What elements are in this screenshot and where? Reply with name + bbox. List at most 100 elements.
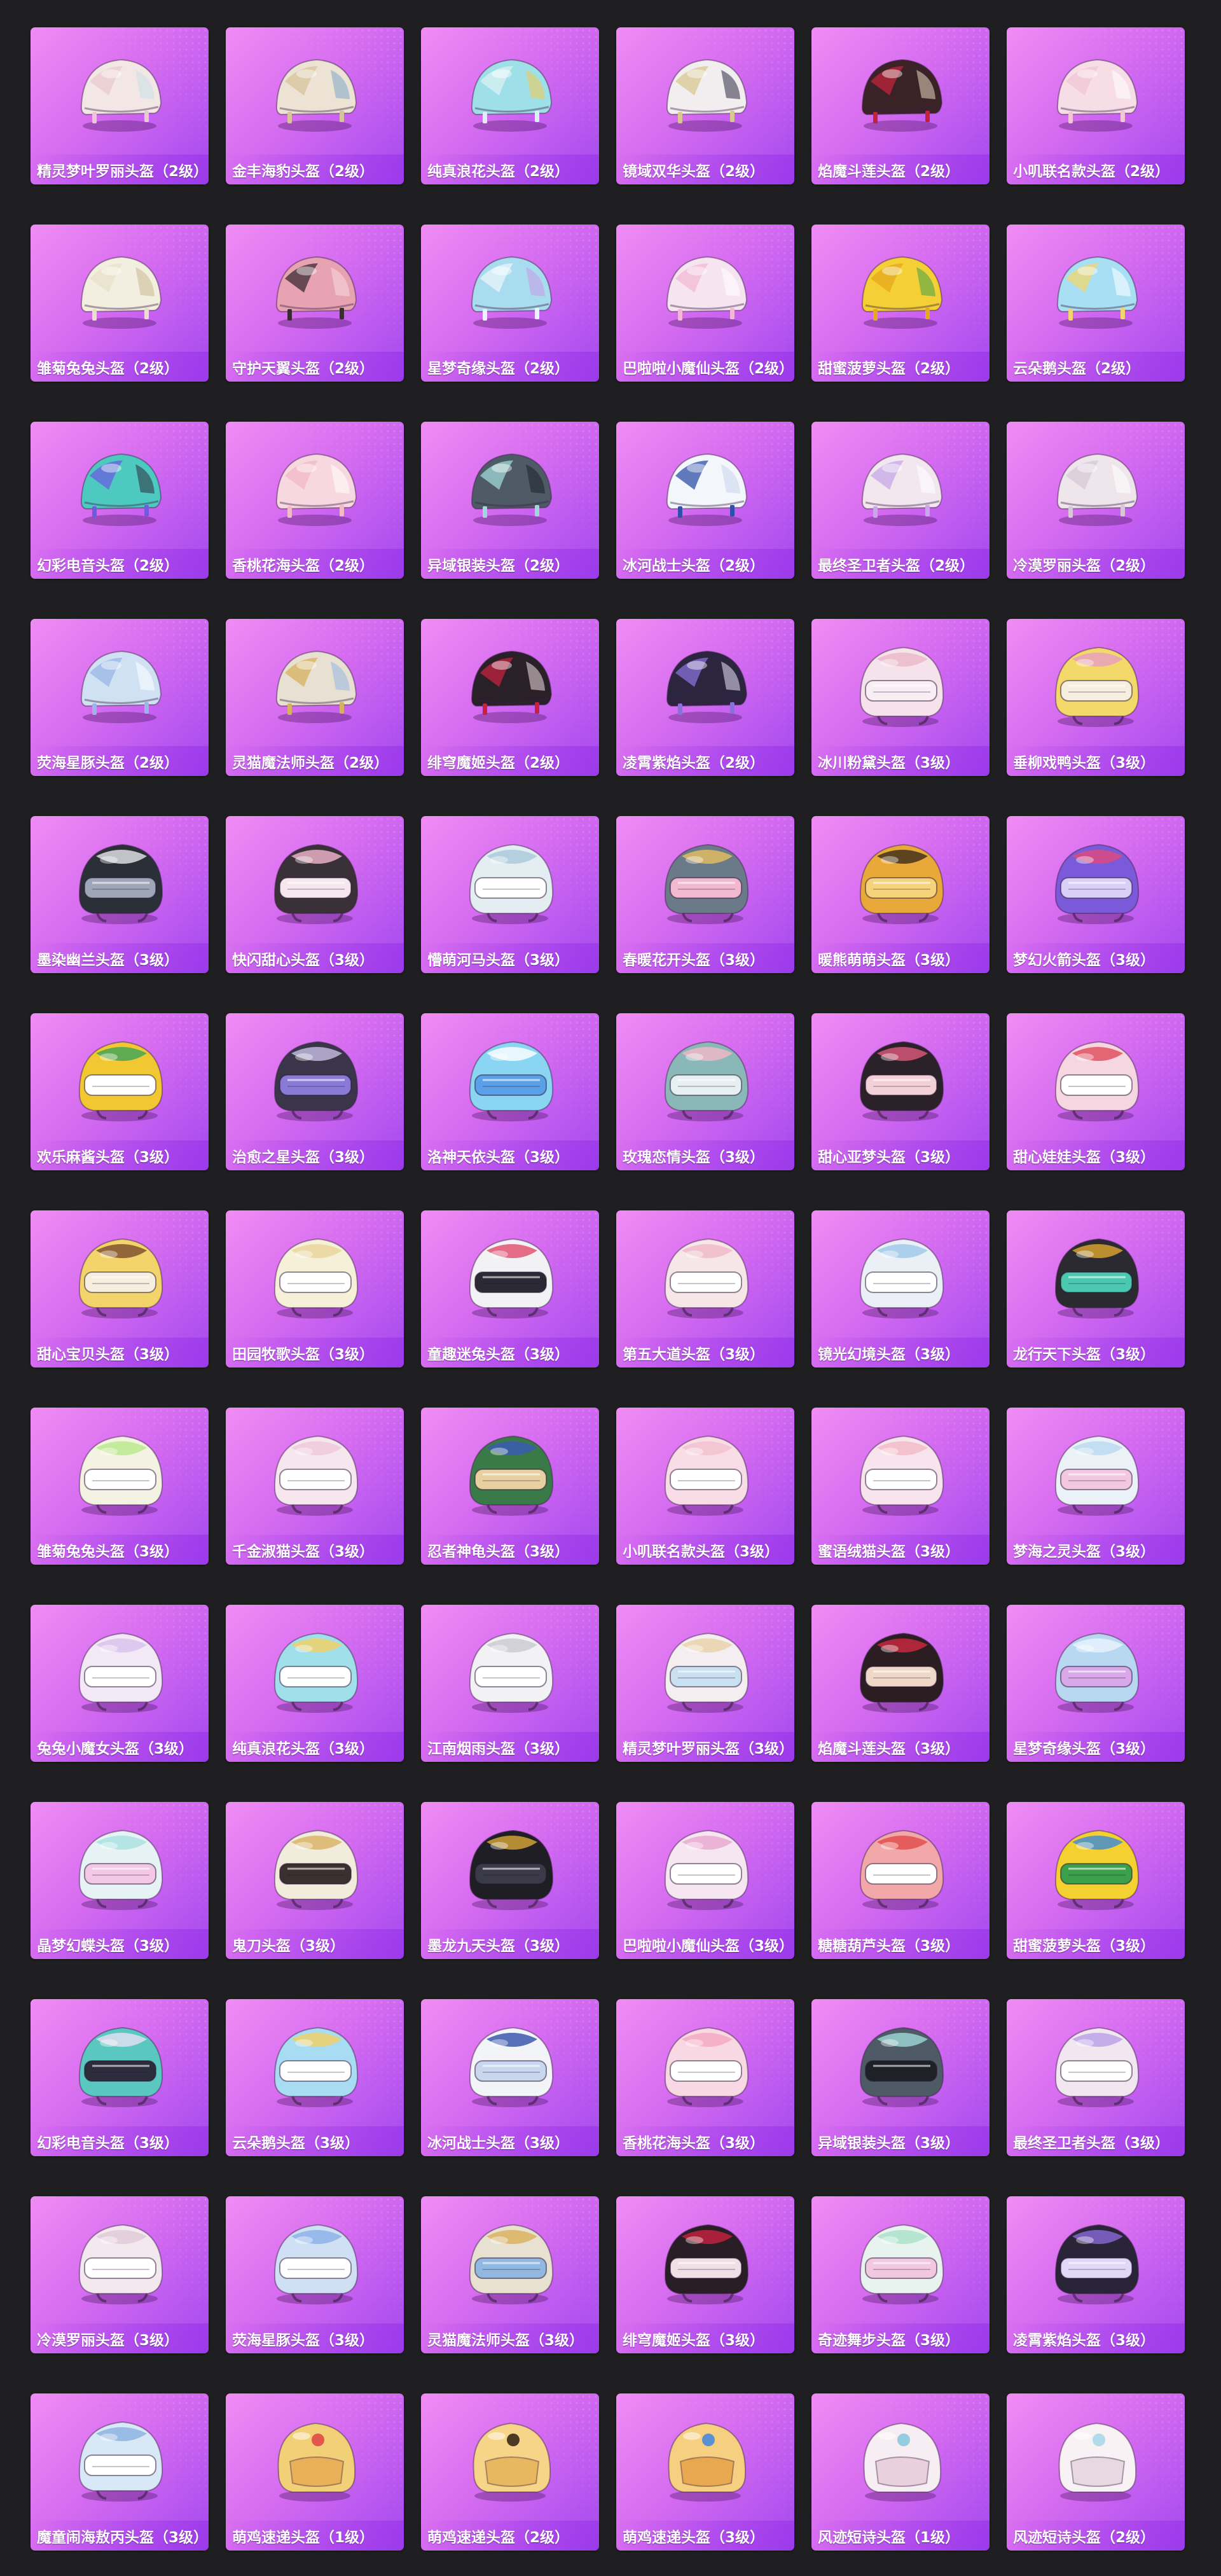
helmet-card[interactable]: 冷漠罗丽头盔（2级） bbox=[1007, 422, 1185, 579]
helmet-card[interactable]: 最终圣卫者头盔（3级） bbox=[1007, 1999, 1185, 2156]
helmet-card[interactable]: 玫瑰恋情头盔（3级） bbox=[616, 1013, 794, 1170]
helmet-card[interactable]: 镜域双华头盔（2级） bbox=[616, 27, 794, 184]
helmet-card[interactable]: 雏菊兔兔头盔（3级） bbox=[31, 1408, 209, 1565]
helmet-name: 绯穹魔姬头盔（2级） bbox=[427, 754, 570, 772]
helmet-card[interactable]: 萌鸡速递头盔（1级） bbox=[226, 2393, 404, 2551]
helmet-card[interactable]: 星梦奇缘头盔（3级） bbox=[1007, 1605, 1185, 1762]
helmet-card[interactable]: 异域银装头盔（2级） bbox=[421, 422, 599, 579]
helmet-card[interactable]: 魔童闹海敖丙头盔（3级） bbox=[31, 2393, 209, 2551]
helmet-card[interactable]: 甜心娃娃头盔（3级） bbox=[1007, 1013, 1185, 1170]
helmet-card[interactable]: 第五大道头盔（3级） bbox=[616, 1210, 794, 1368]
helmet-card[interactable]: 田园牧歌头盔（3级） bbox=[226, 1210, 404, 1368]
helmet-card[interactable]: 绯穹魔姬头盔（3级） bbox=[616, 2196, 794, 2353]
helmet-card[interactable]: 香桃花海头盔（3级） bbox=[616, 1999, 794, 2156]
helmet-card[interactable]: 凌霄紫焰头盔（2级） bbox=[616, 619, 794, 776]
helmet-card[interactable]: 守护天翼头盔（2级） bbox=[226, 225, 404, 382]
helmet-card[interactable]: 灵猫魔法师头盔（2级） bbox=[226, 619, 404, 776]
helmet-card[interactable]: 梦海之灵头盔（3级） bbox=[1007, 1408, 1185, 1565]
helmet-card[interactable]: 鬼刀头盔（3级） bbox=[226, 1802, 404, 1959]
helmet-card[interactable]: 甜心宝贝头盔（3级） bbox=[31, 1210, 209, 1368]
helmet-card[interactable]: 冰河战士头盔（3级） bbox=[421, 1999, 599, 2156]
helmet-card[interactable]: 春暖花开头盔（3级） bbox=[616, 816, 794, 973]
helmet-card[interactable]: 冷漠罗丽头盔（3级） bbox=[31, 2196, 209, 2353]
helmet-card[interactable]: 甜蜜菠萝头盔（3级） bbox=[1007, 1802, 1185, 1959]
helmet-card[interactable]: 快闪甜心头盔（3级） bbox=[226, 816, 404, 973]
cap-helmet-icon bbox=[616, 27, 794, 155]
helmet-card[interactable]: 最终圣卫者头盔（2级） bbox=[811, 422, 990, 579]
helmet-card[interactable]: 欢乐麻酱头盔（3级） bbox=[31, 1013, 209, 1170]
helmet-card[interactable]: 风迹短诗头盔（2级） bbox=[1007, 2393, 1185, 2551]
helmet-caption: 雏菊兔兔头盔（2级） bbox=[31, 352, 209, 382]
helmet-name: 异域银装头盔（2级） bbox=[427, 557, 570, 574]
helmet-card[interactable]: 幻彩电音头盔（2级） bbox=[31, 422, 209, 579]
helmet-card[interactable]: 萌鸡速递头盔（2级） bbox=[421, 2393, 599, 2551]
helmet-caption: 甜蜜菠萝头盔（3级） bbox=[1007, 1929, 1185, 1959]
helmet-caption: 梦幻火箭头盔（3级） bbox=[1007, 943, 1185, 973]
visor-helmet-icon bbox=[31, 1013, 209, 1140]
helmet-card[interactable]: 冰川粉黛头盔（3级） bbox=[811, 619, 990, 776]
helmet-name: 千金淑猫头盔（3级） bbox=[232, 1543, 375, 1560]
helmet-card[interactable]: 焰魔斗莲头盔（2级） bbox=[811, 27, 990, 184]
helmet-card[interactable]: 千金淑猫头盔（3级） bbox=[226, 1408, 404, 1565]
helmet-card[interactable]: 晶梦幻蝶头盔（3级） bbox=[31, 1802, 209, 1959]
helmet-card[interactable]: 灵猫魔法师头盔（3级） bbox=[421, 2196, 599, 2353]
helmet-card[interactable]: 治愈之星头盔（3级） bbox=[226, 1013, 404, 1170]
helmet-card[interactable]: 巴啦啦小魔仙头盔（2级） bbox=[616, 225, 794, 382]
helmet-card[interactable]: 幻彩电音头盔（3级） bbox=[31, 1999, 209, 2156]
helmet-card[interactable]: 蜜语绒猫头盔（3级） bbox=[811, 1408, 990, 1565]
helmet-card[interactable]: 江南烟雨头盔（3级） bbox=[421, 1605, 599, 1762]
helmet-card[interactable]: 小叽联名款头盔（3级） bbox=[616, 1408, 794, 1565]
helmet-card[interactable]: 香桃花海头盔（2级） bbox=[226, 422, 404, 579]
helmet-card[interactable]: 绯穹魔姬头盔（2级） bbox=[421, 619, 599, 776]
helmet-card[interactable]: 童趣迷兔头盔（3级） bbox=[421, 1210, 599, 1368]
helmet-caption: 萌鸡速递头盔（1级） bbox=[226, 2521, 404, 2551]
helmet-card[interactable]: 镜光幻境头盔（3级） bbox=[811, 1210, 990, 1368]
helmet-card[interactable]: 星梦奇缘头盔（2级） bbox=[421, 225, 599, 382]
helmet-name: 灵猫魔法师头盔（3级） bbox=[427, 2332, 584, 2349]
helmet-card[interactable]: 墨龙九天头盔（3级） bbox=[421, 1802, 599, 1959]
helmet-card[interactable]: 龙行天下头盔（3级） bbox=[1007, 1210, 1185, 1368]
helmet-card[interactable]: 忍者神龟头盔（3级） bbox=[421, 1408, 599, 1565]
helmet-card[interactable]: 洛神天依头盔（3级） bbox=[421, 1013, 599, 1170]
helmet-card[interactable]: 兔兔小魔女头盔（3级） bbox=[31, 1605, 209, 1762]
helmet-card[interactable]: 纯真浪花头盔（3级） bbox=[226, 1605, 404, 1762]
helmet-card[interactable]: 风迹短诗头盔（1级） bbox=[811, 2393, 990, 2551]
helmet-name: 云朵鹅头盔（2级） bbox=[1013, 360, 1141, 377]
helmet-card[interactable]: 金丰海豹头盔（2级） bbox=[226, 27, 404, 184]
helmet-card[interactable]: 荧海星豚头盔（2级） bbox=[31, 619, 209, 776]
helmet-card[interactable]: 纯真浪花头盔（2级） bbox=[421, 27, 599, 184]
helmet-name: 快闪甜心头盔（3级） bbox=[232, 952, 375, 969]
helmet-card[interactable]: 墨染幽兰头盔（3级） bbox=[31, 816, 209, 973]
helmet-card[interactable]: 云朵鹅头盔（2级） bbox=[1007, 225, 1185, 382]
helmet-card[interactable]: 巴啦啦小魔仙头盔（3级） bbox=[616, 1802, 794, 1959]
helmet-caption: 魔童闹海敖丙头盔（3级） bbox=[31, 2521, 209, 2551]
visor-helmet-icon bbox=[421, 2196, 599, 2323]
helmet-card[interactable]: 荧海星豚头盔（3级） bbox=[226, 2196, 404, 2353]
helmet-card[interactable]: 甜心亚梦头盔（3级） bbox=[811, 1013, 990, 1170]
helmet-card[interactable]: 暖熊萌萌头盔（3级） bbox=[811, 816, 990, 973]
helmet-caption: 甜心亚梦头盔（3级） bbox=[811, 1140, 990, 1170]
helmet-caption: 暖熊萌萌头盔（3级） bbox=[811, 943, 990, 973]
helmet-name: 纯真浪花头盔（3级） bbox=[232, 1740, 375, 1757]
helmet-card[interactable]: 冰河战士头盔（2级） bbox=[616, 422, 794, 579]
helmet-card[interactable]: 焰魔斗莲头盔（3级） bbox=[811, 1605, 990, 1762]
helmet-card[interactable]: 糖糖葫芦头盔（3级） bbox=[811, 1802, 990, 1959]
helmet-card[interactable]: 精灵梦叶罗丽头盔（3级） bbox=[616, 1605, 794, 1762]
helmet-card[interactable]: 精灵梦叶罗丽头盔（2级） bbox=[31, 27, 209, 184]
helmet-card[interactable]: 异域银装头盔（3级） bbox=[811, 1999, 990, 2156]
helmet-card[interactable]: 懵萌河马头盔（3级） bbox=[421, 816, 599, 973]
helmet-card[interactable]: 云朵鹅头盔（3级） bbox=[226, 1999, 404, 2156]
helmet-card[interactable]: 雏菊兔兔头盔（2级） bbox=[31, 225, 209, 382]
helmet-card[interactable]: 甜蜜菠萝头盔（2级） bbox=[811, 225, 990, 382]
visor-helmet-icon bbox=[1007, 1802, 1185, 1929]
helmet-card[interactable]: 梦幻火箭头盔（3级） bbox=[1007, 816, 1185, 973]
helmet-card[interactable]: 垂柳戏鸭头盔（3级） bbox=[1007, 619, 1185, 776]
helmet-name: 幻彩电音头盔（3级） bbox=[37, 2135, 179, 2152]
helmet-name: 垂柳戏鸭头盔（3级） bbox=[1013, 754, 1155, 772]
helmet-card[interactable]: 小叽联名款头盔（2级） bbox=[1007, 27, 1185, 184]
helmet-card[interactable]: 萌鸡速递头盔（3级） bbox=[616, 2393, 794, 2551]
helmet-caption: 冰川粉黛头盔（3级） bbox=[811, 746, 990, 776]
helmet-card[interactable]: 凌霄紫焰头盔（3级） bbox=[1007, 2196, 1185, 2353]
helmet-card[interactable]: 奇迹舞步头盔（3级） bbox=[811, 2196, 990, 2353]
helmet-caption: 快闪甜心头盔（3级） bbox=[226, 943, 404, 973]
